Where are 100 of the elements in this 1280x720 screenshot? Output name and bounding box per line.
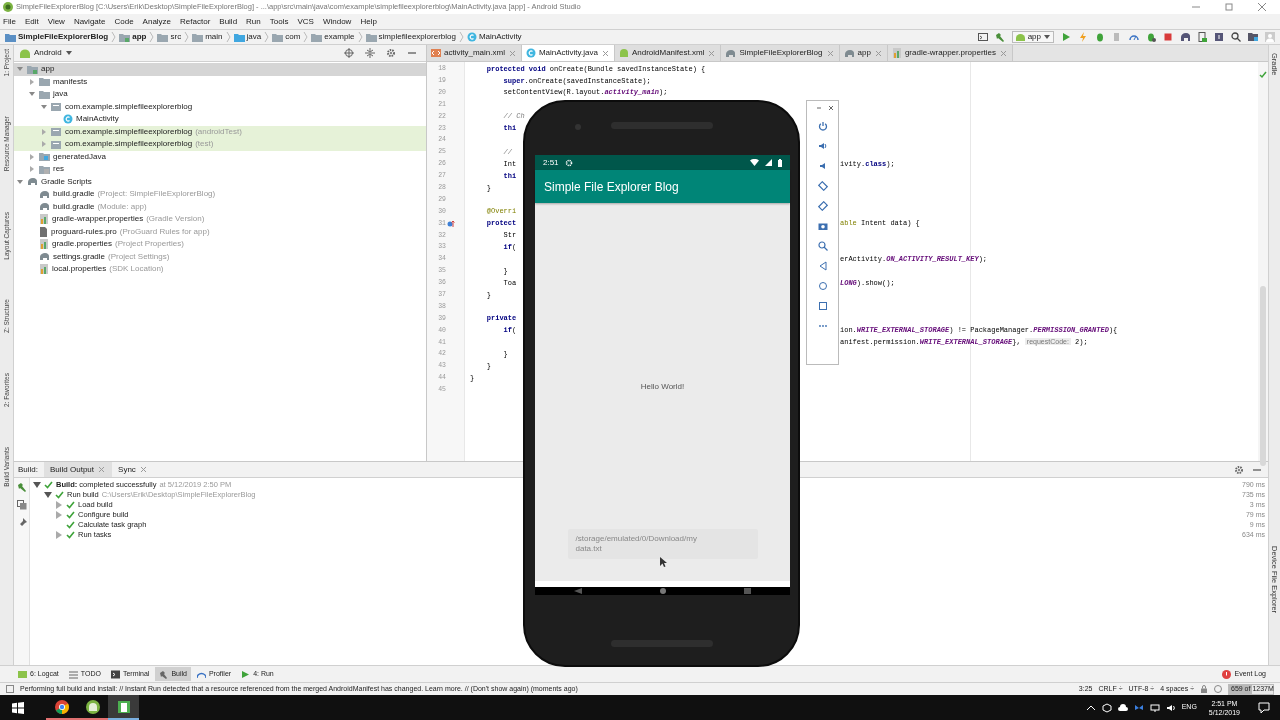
breadcrumb-item[interactable]: com	[285, 31, 301, 43]
breadcrumb-item[interactable]: app	[132, 31, 147, 43]
editor-tab[interactable]: MainActivity.java	[521, 45, 615, 61]
tree-item[interactable]: gradle.properties (Project Properties)	[14, 238, 426, 251]
tree-item[interactable]: build.gradle (Module: app)	[14, 200, 426, 213]
volume-down-icon[interactable]	[817, 161, 828, 171]
search-icon[interactable]	[1231, 32, 1241, 42]
tree-item[interactable]: build.gradle (Project: SimpleFileExplorerBlog)	[14, 188, 426, 201]
rotate-right-icon[interactable]	[817, 201, 828, 211]
bug-icon[interactable]	[1095, 32, 1105, 42]
cloud-icon[interactable]	[1117, 702, 1128, 713]
minimize-icon[interactable]	[816, 105, 822, 111]
tree-item[interactable]: local.properties (SDK Location)	[14, 263, 426, 276]
menu-item[interactable]: View	[47, 15, 65, 28]
crosshair-icon[interactable]	[344, 48, 354, 58]
home-icon[interactable]	[817, 281, 828, 291]
tree-item[interactable]: Gradle Scripts	[14, 175, 426, 188]
tree-item[interactable]: com.example.simplefileexplorerblog	[14, 100, 426, 113]
caret-right-icon[interactable]	[55, 511, 63, 519]
windows-start-icon[interactable]	[12, 701, 24, 714]
tree-item[interactable]: res	[14, 163, 426, 176]
console-icon[interactable]	[977, 32, 988, 42]
tree-item[interactable]: gradle-wrapper.properties (Gradle Version)	[14, 213, 426, 226]
camera-icon[interactable]	[817, 221, 828, 231]
tree-item[interactable]: MainActivity	[14, 113, 426, 126]
editor-tab[interactable]: activity_main.xml	[427, 45, 522, 61]
menu-item[interactable]: Code	[114, 15, 134, 28]
breadcrumb-item[interactable]: simplefileexplorerblog	[378, 31, 456, 43]
caret-down-icon[interactable]	[16, 177, 24, 186]
network-icon[interactable]	[1149, 702, 1160, 713]
close-icon[interactable]	[828, 105, 834, 111]
editor-tab[interactable]: gradle-wrapper.properties	[887, 45, 1014, 61]
menu-item[interactable]: File	[3, 15, 16, 28]
hammer-icon[interactable]	[994, 32, 1005, 42]
breadcrumb-item[interactable]: MainActivity	[478, 31, 522, 43]
back-icon[interactable]	[817, 261, 828, 271]
menu-item[interactable]: Navigate	[73, 15, 106, 28]
override-marker-icon[interactable]	[447, 219, 455, 228]
tree-item[interactable]: com.example.simplefileexplorerblog (test)	[14, 138, 426, 151]
phone-device-icon[interactable]	[1197, 32, 1207, 42]
hammer-icon[interactable]	[16, 482, 27, 492]
maximize-icon[interactable]	[1224, 2, 1234, 12]
editor-tab[interactable]: AndroidManifest.xml	[614, 45, 722, 61]
folder-icon	[365, 32, 377, 42]
menu-item[interactable]: VCS	[297, 15, 314, 28]
menu-item[interactable]: Analyze	[142, 15, 172, 28]
menu-item[interactable]: Help	[360, 15, 377, 28]
collapse-icon[interactable]	[365, 48, 375, 58]
notification-icon[interactable]	[1258, 701, 1270, 714]
speaker-icon[interactable]	[1165, 702, 1176, 713]
tree-item[interactable]: app	[14, 63, 426, 76]
menu-item[interactable]: Edit	[24, 15, 39, 28]
tree-item[interactable]: generatedJava	[14, 150, 426, 163]
tree-item[interactable]: java	[14, 88, 426, 101]
menu-item[interactable]: Window	[322, 15, 352, 28]
copy-icon[interactable]	[16, 500, 27, 510]
menu-item[interactable]: Tools	[269, 15, 289, 28]
tree-item[interactable]: settings.gradle (Project Settings)	[14, 250, 426, 263]
chevron-right-icon	[225, 31, 231, 43]
close-icon[interactable]	[600, 48, 610, 58]
tree-item[interactable]: com.example.simplefileexplorerblog (androidTest)	[14, 125, 426, 138]
volume-up-icon[interactable]	[817, 141, 828, 151]
breadcrumb-item[interactable]: main	[205, 31, 223, 43]
breadcrumb-item[interactable]: SimpleFileExplorerBlog	[18, 31, 109, 43]
caret-down-icon[interactable]	[33, 481, 41, 489]
close-icon[interactable]	[138, 465, 148, 474]
caret-right-icon[interactable]	[28, 77, 36, 86]
tree-item[interactable]: manifests	[14, 75, 426, 88]
breadcrumb-item[interactable]: src	[170, 31, 182, 43]
caret-right-icon[interactable]	[55, 531, 63, 539]
folder-grid-icon[interactable]	[1248, 32, 1258, 42]
run-configuration-dropdown[interactable]: app	[1011, 31, 1054, 43]
butterfly-icon[interactable]	[1133, 702, 1144, 713]
editor-tab[interactable]: SimpleFileExplorerBlog	[721, 45, 840, 61]
rotate-left-icon[interactable]	[817, 181, 828, 191]
panel-tab[interactable]: Sync	[112, 462, 154, 477]
panel-tab[interactable]: Build Output	[44, 462, 113, 477]
breadcrumb-item[interactable]: example	[324, 31, 355, 43]
view-selector-dropdown[interactable]: Android	[20, 47, 72, 59]
settings-icon[interactable]	[386, 48, 396, 58]
menu-item[interactable]: Run	[246, 15, 261, 28]
square-icon[interactable]	[817, 301, 828, 311]
gauge-icon[interactable]	[1129, 32, 1139, 42]
run-icon[interactable]	[1061, 32, 1071, 42]
menu-item[interactable]: Refactor	[180, 15, 211, 28]
scrollbar-thumb[interactable]	[1260, 286, 1266, 466]
caret-right-icon[interactable]	[55, 501, 63, 509]
taskbar-app-button[interactable]	[108, 695, 139, 720]
menu-item[interactable]: Build	[219, 15, 238, 28]
settings-icon[interactable]	[1234, 464, 1244, 475]
zoom-icon[interactable]	[817, 241, 828, 251]
breadcrumb-item[interactable]: java	[246, 31, 262, 43]
power-icon[interactable]	[817, 121, 828, 131]
tree-item[interactable]: proguard-rules.pro (ProGuard Rules for app)	[14, 225, 426, 238]
close-icon[interactable]	[1257, 2, 1267, 12]
editor-tab[interactable]: app	[839, 45, 888, 61]
chevron-right-icon	[149, 31, 155, 43]
bug-icon[interactable]	[1146, 32, 1156, 42]
caret-down-icon[interactable]	[44, 491, 52, 499]
stop-icon[interactable]	[1163, 32, 1173, 42]
